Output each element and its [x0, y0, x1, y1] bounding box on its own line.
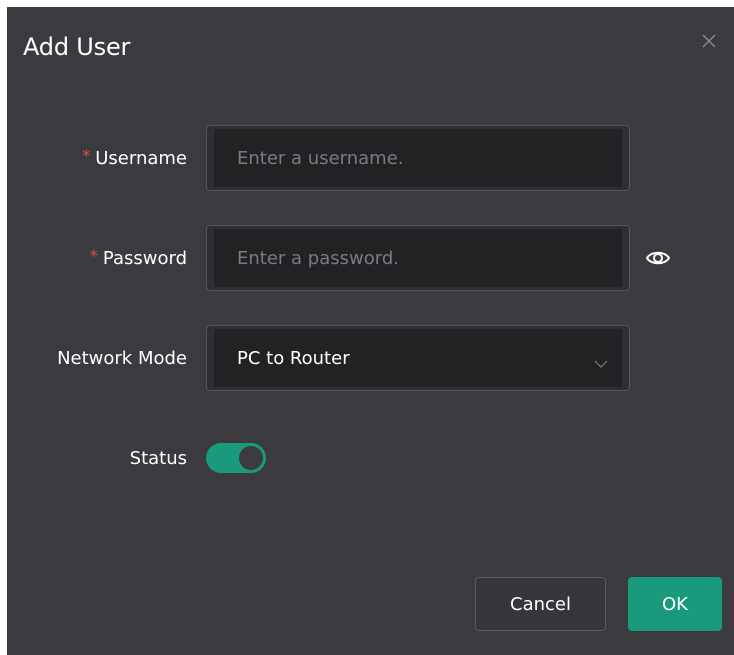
password-field — [206, 225, 630, 291]
network-mode-row: Network Mode PC to Router — [7, 325, 734, 391]
username-input-box[interactable] — [214, 129, 622, 187]
ok-button[interactable]: OK — [628, 577, 722, 631]
toggle-knob — [239, 446, 263, 470]
username-row: * Username — [7, 125, 734, 191]
username-input[interactable] — [237, 147, 577, 169]
network-mode-select[interactable]: PC to Router — [206, 325, 630, 391]
eye-icon[interactable] — [645, 245, 671, 271]
password-input[interactable] — [237, 247, 577, 269]
network-mode-label: Network Mode — [57, 347, 187, 369]
status-label: Status — [129, 447, 187, 469]
close-icon[interactable] — [700, 32, 718, 50]
password-row: * Password — [7, 225, 734, 291]
network-mode-value: PC to Router — [237, 347, 350, 369]
username-field — [206, 125, 630, 191]
network-mode-select-box[interactable]: PC to Router — [214, 329, 622, 387]
required-mark: * — [89, 245, 98, 265]
password-label-text: Password — [102, 247, 187, 269]
password-label: * Password — [90, 225, 187, 291]
password-input-box[interactable] — [214, 229, 622, 287]
dialog-title: Add User — [23, 33, 131, 61]
add-user-dialog: Add User * Username * Password — [7, 7, 734, 655]
status-toggle[interactable] — [206, 443, 266, 473]
chevron-down-icon — [594, 353, 608, 374]
required-mark: * — [82, 145, 91, 165]
username-label-text: Username — [95, 147, 187, 169]
username-label: * Username — [82, 125, 187, 191]
cancel-button[interactable]: Cancel — [475, 577, 606, 631]
